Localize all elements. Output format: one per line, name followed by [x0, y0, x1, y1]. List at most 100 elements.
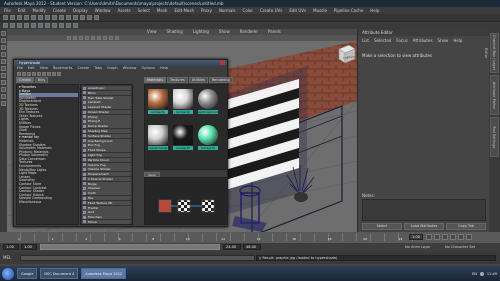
ae-menu-show[interactable]: Show: [438, 37, 449, 44]
ae-menu-list[interactable]: List: [362, 37, 369, 44]
shelf-separate-icon[interactable]: [52, 23, 57, 28]
load-attributes-button[interactable]: Load Attributes: [404, 223, 444, 230]
menu-help[interactable]: Help: [370, 7, 379, 14]
shelf-combine-icon[interactable]: [45, 23, 50, 28]
create-node-button[interactable]: Phong: [82, 114, 131, 119]
select-button[interactable]: Select: [362, 223, 402, 230]
work-area[interactable]: [144, 177, 228, 225]
play-forward-icon[interactable]: [450, 234, 456, 240]
menu-edit-uvs[interactable]: Edit UVs: [289, 7, 306, 14]
side-tab-channel-box[interactable]: Channel Box / Layer Editor: [484, 33, 499, 73]
texture-icon[interactable]: [85, 36, 89, 40]
create-node-button[interactable]: Particle Cloud: [82, 157, 131, 162]
graph-input-output-icon[interactable]: [47, 72, 51, 76]
menu-display[interactable]: Display: [73, 7, 88, 14]
new-scene-icon[interactable]: [10, 15, 15, 20]
last-tool-icon[interactable]: [1, 80, 6, 85]
menu-proxy[interactable]: Proxy: [201, 7, 212, 14]
notes-field[interactable]: [362, 199, 486, 221]
menu-window[interactable]: Window: [95, 7, 111, 14]
create-node-button[interactable]: Grid: [82, 210, 131, 215]
menu-select[interactable]: Select: [138, 7, 150, 14]
viewport-panel[interactable]: View Shading Lighting Show Renderer Pane…: [7, 29, 357, 232]
command-input[interactable]: [20, 255, 255, 261]
create-node-button[interactable]: Blinn: [82, 90, 131, 95]
menu-file[interactable]: File: [4, 7, 11, 14]
camera-icon[interactable]: [67, 36, 71, 40]
select-object-icon[interactable]: [38, 15, 43, 20]
render-settings-icon[interactable]: [94, 15, 99, 20]
material-swatch[interactable]: [173, 89, 193, 109]
taskbar-item[interactable]: Autodesk Maya 2012: [81, 268, 127, 279]
create-node-button[interactable]: Bulge: [82, 181, 131, 186]
material-swatch[interactable]: [173, 125, 193, 145]
select-component-icon[interactable]: [45, 15, 50, 20]
start-button[interactable]: [2, 267, 14, 280]
select-tool-icon[interactable]: [1, 31, 6, 36]
material-swatch[interactable]: [198, 89, 218, 109]
side-tab-tool-settings[interactable]: Tool Settings: [490, 117, 499, 157]
shelf-cone-icon[interactable]: [24, 23, 29, 28]
toggle-panels-icon[interactable]: [17, 72, 21, 76]
tab-create[interactable]: Create: [16, 77, 34, 83]
top-tabs-icon[interactable]: [27, 72, 31, 76]
rearrange-graph-icon[interactable]: [57, 72, 61, 76]
open-scene-icon[interactable]: [17, 15, 22, 20]
lights-icon[interactable]: [91, 36, 95, 40]
step-forward-icon[interactable]: [458, 234, 464, 240]
go-to-end-icon[interactable]: [466, 234, 472, 240]
menu-pipeline-cache[interactable]: Pipeline Cache: [334, 7, 363, 14]
render-icon[interactable]: [80, 15, 85, 20]
create-node-button[interactable]: Volume Shader: [82, 167, 131, 172]
four-view-layout-icon[interactable]: [1, 94, 6, 99]
create-node-button[interactable]: Displacement: [82, 172, 131, 177]
tree-item[interactable]: Miscellaneous: [19, 200, 78, 205]
graph-output-icon[interactable]: [42, 72, 46, 76]
xray-icon[interactable]: [109, 36, 113, 40]
play-backward-icon[interactable]: [442, 234, 448, 240]
ipr-render-icon[interactable]: [87, 15, 92, 20]
range-slider-bar[interactable]: [40, 244, 220, 250]
smooth-shade-icon[interactable]: [79, 36, 83, 40]
current-frame-field[interactable]: 1.00: [409, 234, 423, 240]
time-slider[interactable]: 124681012141618202224 1.00: [0, 232, 500, 243]
shelf-cube-icon[interactable]: [10, 23, 15, 28]
material-swatch[interactable]: [148, 125, 168, 145]
taskbar-item[interactable]: DSC Document 4: [40, 268, 79, 279]
shelf-extrude-icon[interactable]: [59, 23, 64, 28]
copy-tab-button[interactable]: Copy Tab: [446, 223, 486, 230]
tab-utilities[interactable]: Utilities: [188, 77, 208, 83]
ae-menu-attributes[interactable]: Attributes: [413, 37, 433, 44]
ae-menu-help[interactable]: Help: [453, 37, 462, 44]
snap-grid-icon[interactable]: [52, 15, 57, 20]
shelf-plane-icon[interactable]: [31, 23, 36, 28]
create-node-button[interactable]: File: [82, 195, 131, 201]
menu-create-uvs[interactable]: Create UVs: [260, 7, 282, 14]
network-icon[interactable]: [479, 271, 484, 276]
anim-layer-label[interactable]: No Anim Layer: [405, 244, 431, 250]
shelf-sphere-icon[interactable]: [3, 23, 8, 28]
menu-color[interactable]: Color: [243, 7, 253, 14]
create-node-button[interactable]: Shading Map: [82, 129, 131, 134]
create-node-button[interactable]: Ocean Shader: [82, 109, 131, 115]
snap-curve-icon[interactable]: [59, 15, 64, 20]
menu-modify[interactable]: Modify: [32, 7, 45, 14]
create-node-button[interactable]: Env Fog: [82, 143, 131, 148]
create-node-button[interactable]: Surface Shader: [82, 133, 131, 138]
snap-point-icon[interactable]: [66, 15, 71, 20]
menu-create[interactable]: Create: [53, 7, 66, 14]
shelf-torus-icon[interactable]: [38, 23, 43, 28]
create-node-button[interactable]: Fluid Shape: [82, 148, 131, 153]
graph-input-icon[interactable]: [37, 72, 41, 76]
material-swatch[interactable]: [198, 125, 218, 145]
menu-mesh[interactable]: Mesh: [157, 7, 168, 14]
create-node-button[interactable]: Fractal: [82, 205, 131, 210]
menu-edit-mesh[interactable]: Edit Mesh: [174, 7, 194, 14]
side-tab-attribute-editor[interactable]: Attribute Editor: [490, 75, 499, 115]
start-time-field[interactable]: 1.00: [3, 244, 19, 250]
node-place2d[interactable]: [158, 199, 172, 213]
create-bar-icon[interactable]: [22, 72, 26, 76]
go-to-start-icon[interactable]: [426, 234, 432, 240]
create-node-button[interactable]: Lambert: [82, 100, 131, 105]
tab-rendering[interactable]: Rendering: [208, 77, 233, 83]
